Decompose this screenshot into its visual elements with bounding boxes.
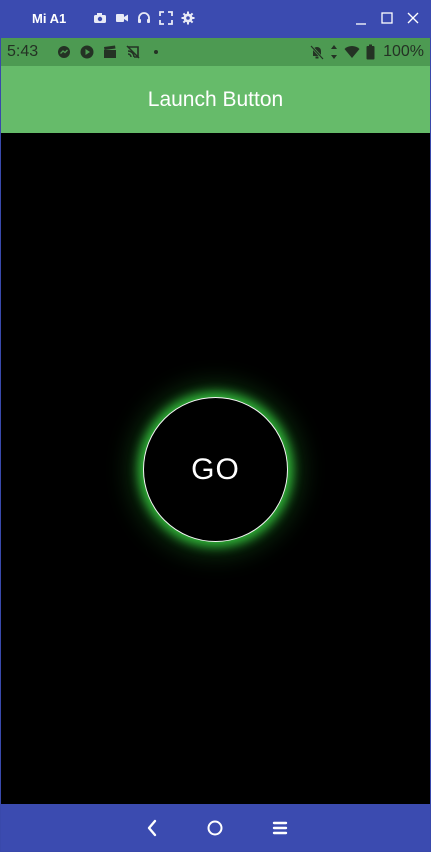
window-controls <box>355 10 419 26</box>
page-title: Launch Button <box>147 88 284 111</box>
go-button-label: GO <box>191 452 240 486</box>
close-icon[interactable] <box>407 10 419 26</box>
settings-icon[interactable] <box>181 11 195 25</box>
main-content: GO <box>1 133 430 804</box>
notification-icons <box>57 45 163 59</box>
home-icon[interactable] <box>204 817 226 839</box>
emulator-title-bar: Mi A1 <box>0 0 431 38</box>
emulator-frame: Mi A1 5:43 100% Launch Button GO <box>0 0 431 852</box>
battery-percent: 100% <box>383 43 424 60</box>
back-icon[interactable] <box>141 817 163 839</box>
navigation-bar <box>1 804 430 851</box>
menu-icon[interactable] <box>269 817 291 839</box>
cast-off-icon <box>126 45 140 59</box>
messenger-icon <box>57 45 71 59</box>
headset-icon[interactable] <box>137 11 151 25</box>
status-time: 5:43 <box>7 43 39 60</box>
maximize-icon[interactable] <box>381 10 393 26</box>
phone-screen: 5:43 100% Launch Button GO <box>1 38 430 851</box>
wifi-icon <box>344 44 360 60</box>
minimize-icon[interactable] <box>355 10 367 26</box>
play-icon <box>80 45 94 59</box>
emulator-toolbar <box>93 11 195 25</box>
notifications-off-icon <box>310 44 324 60</box>
app-bar: Launch Button <box>1 66 430 133</box>
dot-icon <box>149 45 163 59</box>
fullscreen-icon[interactable] <box>159 11 173 25</box>
video-icon[interactable] <box>115 11 129 25</box>
battery-icon <box>366 44 375 60</box>
status-bar: 5:43 100% <box>1 38 430 66</box>
data-arrows-icon <box>330 44 338 60</box>
camera-icon[interactable] <box>93 11 107 25</box>
emulator-title: Mi A1 <box>32 11 67 26</box>
system-status-icons: 100% <box>310 43 424 61</box>
go-button[interactable]: GO <box>143 397 288 542</box>
clapper-icon <box>103 45 117 59</box>
